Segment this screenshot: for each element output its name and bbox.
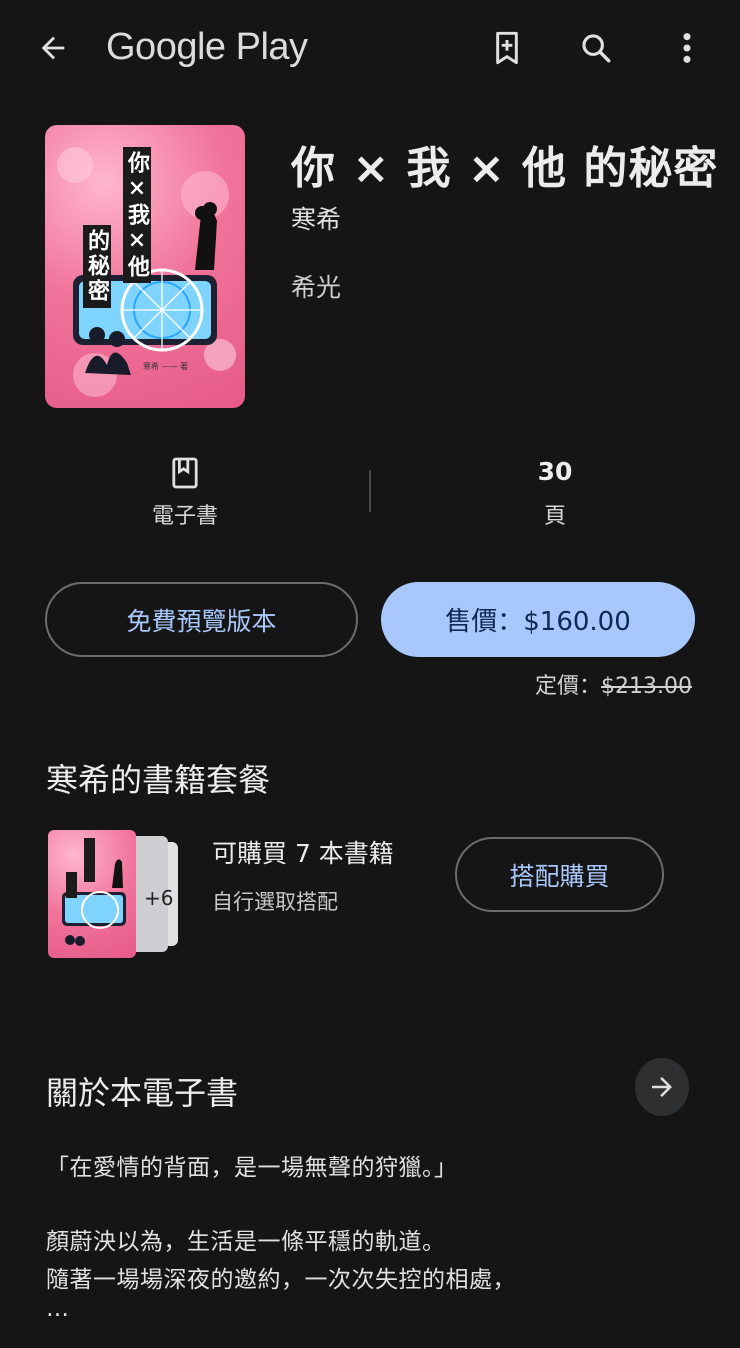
wishlist-button[interactable] <box>483 24 531 72</box>
list-price: 定價：$213.00 <box>535 668 692 700</box>
pages-info: 30 頁 <box>495 456 615 530</box>
book-publisher[interactable]: 希光 <box>291 268 341 304</box>
search-button[interactable] <box>572 24 620 72</box>
free-preview-button[interactable]: 免費預覽版本 <box>45 582 358 657</box>
bundle-extra-count: +6 <box>144 886 174 910</box>
book-author[interactable]: 寒希 <box>291 200 341 236</box>
description-line: … <box>46 1296 70 1322</box>
format-info: 電子書 <box>125 456 245 530</box>
bundle-section-title: 寒希的書籍套餐 <box>46 761 271 799</box>
cover-credit: 寒希 —— 著 <box>143 362 189 371</box>
more-options-button[interactable] <box>663 24 711 72</box>
bundle-front-cover <box>48 830 136 958</box>
cover-subtitle: 的秘密 <box>83 225 111 308</box>
pages-label: 頁 <box>543 504 566 529</box>
about-section-title: 關於本電子書 <box>46 1074 239 1112</box>
search-icon <box>582 34 611 63</box>
back-button[interactable] <box>28 24 78 72</box>
bundle-cover-stack[interactable]: +6 <box>48 830 188 960</box>
book-cover[interactable]: 你×我×他 的秘密 寒希 —— 著 <box>45 125 245 408</box>
format-label: 電子書 <box>151 504 218 529</box>
book-title: 你 × 我 × 他 的秘密 <box>291 143 719 194</box>
about-more-button[interactable] <box>635 1058 689 1116</box>
bookmark-add-icon <box>496 31 518 65</box>
back-arrow-icon <box>41 36 65 60</box>
app-title: Google Play <box>106 26 308 68</box>
description-line: 「在愛情的背面，是一場無聲的狩獵。」 <box>46 1155 458 1181</box>
list-price-prefix: 定價： <box>535 674 602 699</box>
arrow-forward-icon <box>652 1077 672 1097</box>
bundle-subtitle: 自行選取搭配 <box>212 890 338 914</box>
bundle-count: 可購買 7 本書籍 <box>212 839 394 868</box>
list-price-value: $213.00 <box>601 674 692 699</box>
ebook-format-icon <box>125 456 245 492</box>
pages-value: 30 <box>537 457 573 486</box>
buy-button[interactable]: 售價：$160.00 <box>381 582 695 657</box>
info-divider <box>369 470 371 512</box>
bundle-buy-button[interactable]: 搭配購買 <box>455 837 664 912</box>
description-line: 隨著一場場深夜的邀約，一次次失控的相處， <box>46 1267 516 1293</box>
more-vert-icon <box>683 33 691 63</box>
cover-title: 你×我×他 <box>123 147 151 283</box>
description-line: 顏蔚泱以為，生活是一條平穩的軌道。 <box>46 1229 446 1255</box>
top-app-bar: Google Play <box>0 0 740 96</box>
